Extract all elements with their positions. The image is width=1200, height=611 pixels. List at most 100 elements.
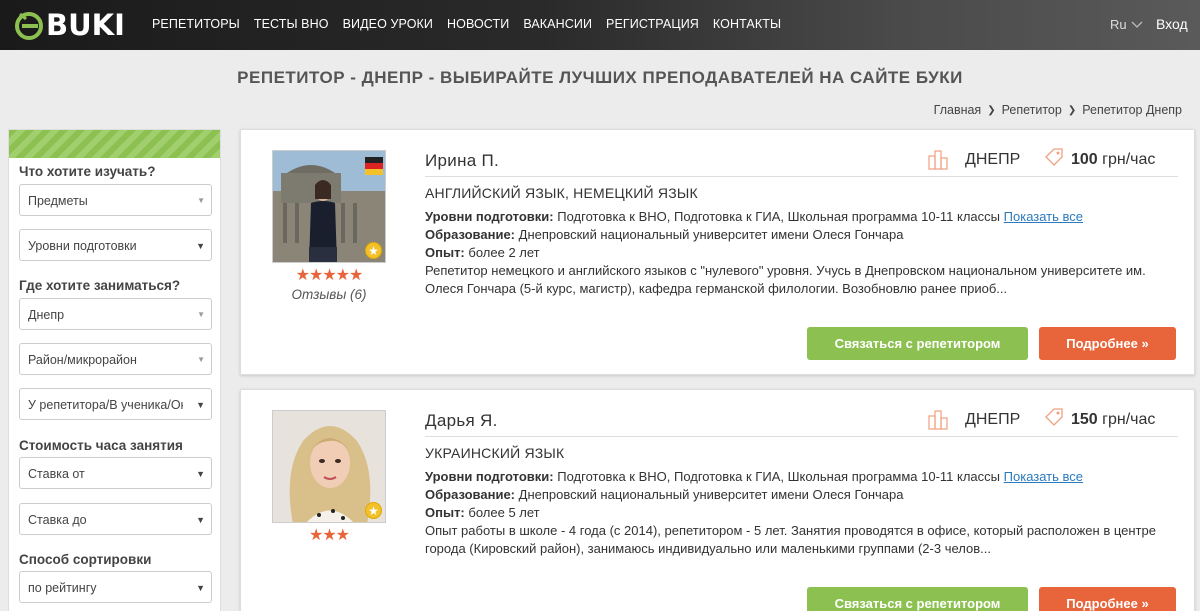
contact-tutor-button[interactable]: Связаться с репетитором <box>807 327 1028 360</box>
tutor-name[interactable]: Дарья Я. <box>425 411 498 431</box>
tutor-city: ДНЕПР <box>965 411 1021 428</box>
tutor-education: Образование: Днепровский национальный ун… <box>425 486 1180 504</box>
nav-vacancies[interactable]: ВАКАНСИИ <box>523 17 592 31</box>
subjects-select-value: Предметы <box>28 194 88 208</box>
price-value: 100 <box>1071 151 1098 168</box>
education-value: Днепровский национальный университет име… <box>518 227 904 242</box>
what-to-study-label: Что хотите изучать? <box>19 164 156 179</box>
caret-down-icon: ▼ <box>197 196 205 205</box>
city-buildings-icon <box>928 410 948 430</box>
tutor-experience: Опыт: более 2 лет <box>425 244 1180 262</box>
city-select-value: Днепр <box>28 308 65 322</box>
district-select[interactable]: Район/микрорайон ▼ <box>19 343 212 375</box>
experience-label: Опыт: <box>425 505 465 520</box>
show-all-link[interactable]: Показать все <box>1004 209 1083 224</box>
login-link[interactable]: Вход <box>1156 16 1188 32</box>
filter-sidebar: Что хотите изучать? Предметы ▼ Уровни по… <box>8 129 221 611</box>
education-value: Днепровский национальный университет име… <box>518 487 904 502</box>
tutor-city: ДНЕПР <box>965 151 1021 168</box>
education-label: Образование: <box>425 487 516 502</box>
chevron-down-icon <box>1131 21 1143 28</box>
district-select-value: Район/микрорайон <box>28 353 137 367</box>
tutor-education: Образование: Днепровский национальный ун… <box>425 226 1180 244</box>
levels-select-value: Уровни подготовки <box>28 239 137 253</box>
nav-contacts[interactable]: КОНТАКТЫ <box>713 17 781 31</box>
caret-down-icon: ▼ <box>196 469 205 479</box>
language-label: Ru <box>1110 17 1127 32</box>
price-tag-icon <box>1045 408 1063 426</box>
tutor-levels: Уровни подготовки: Подготовка к ВНО, Под… <box>425 208 1180 226</box>
breadcrumb-home[interactable]: Главная <box>934 103 982 117</box>
star-badge-icon: ★ <box>365 502 382 519</box>
experience-value: более 2 лет <box>468 245 540 260</box>
sort-label: Способ сортировки <box>19 552 152 567</box>
rate-from-select[interactable]: Ставка от ▼ <box>19 457 212 489</box>
top-nav-bar: BUKI РЕПЕТИТОРЫ ТЕСТЫ ВНО ВИДЕО УРОКИ НО… <box>0 0 1200 50</box>
card-divider <box>425 176 1178 177</box>
more-details-button[interactable]: Подробнее » <box>1039 327 1176 360</box>
tutor-experience: Опыт: более 5 лет <box>425 504 1180 522</box>
tutor-price: 100 грн/час <box>1071 151 1155 169</box>
where-to-study-label: Где хотите заниматься? <box>19 278 181 293</box>
price-unit: грн/час <box>1102 151 1156 168</box>
nav-video[interactable]: ВИДЕО УРОКИ <box>343 17 433 31</box>
city-buildings-icon <box>928 150 948 170</box>
levels-label: Уровни подготовки: <box>425 209 554 224</box>
rate-to-value: Ставка до <box>28 513 87 527</box>
price-unit: грн/час <box>1102 411 1156 428</box>
cost-label: Стоимость часа занятия <box>19 438 183 453</box>
sort-select-value: по рейтингу <box>28 581 97 595</box>
tutor-subjects: УКРАИНСКИЙ ЯЗЫК <box>425 445 565 461</box>
logo-text: BUKI <box>46 8 125 42</box>
rating-stars: ★★★★★ <box>295 267 364 284</box>
city-select[interactable]: Днепр ▼ <box>19 298 212 330</box>
tutor-price: 150 грн/час <box>1071 411 1155 429</box>
tutor-levels: Уровни подготовки: Подготовка к ВНО, Под… <box>425 468 1180 486</box>
star-badge-icon: ★ <box>365 242 382 259</box>
sort-select[interactable]: по рейтингу ▼ <box>19 571 212 603</box>
sidebar-header-stripe <box>9 130 220 158</box>
tutor-description: Опыт работы в школе - 4 года (с 2014), р… <box>425 523 1156 556</box>
language-selector[interactable]: Ru <box>1110 17 1143 32</box>
levels-label: Уровни подготовки: <box>425 469 554 484</box>
breadcrumb-tutor[interactable]: Репетитор <box>1002 103 1062 117</box>
experience-label: Опыт: <box>425 245 465 260</box>
lesson-place-select[interactable]: У репетитора/В ученика/Он ▼ <box>19 388 212 420</box>
caret-down-icon: ▼ <box>197 310 205 319</box>
caret-down-icon: ▼ <box>197 355 205 364</box>
tutor-description: Репетитор немецкого и английского языков… <box>425 263 1146 296</box>
more-details-button[interactable]: Подробнее » <box>1039 587 1176 611</box>
rating-stars: ★★★ <box>308 527 350 544</box>
education-label: Образование: <box>425 227 516 242</box>
caret-down-icon: ▼ <box>196 515 205 525</box>
card-divider <box>425 436 1178 437</box>
levels-value: Подготовка к ВНО, Подготовка к ГИА, Школ… <box>557 469 1001 484</box>
nav-tutors[interactable]: РЕПЕТИТОРЫ <box>152 17 240 31</box>
nav-news[interactable]: НОВОСТИ <box>447 17 509 31</box>
experience-value: более 5 лет <box>468 505 540 520</box>
price-value: 150 <box>1071 411 1098 428</box>
price-tag-icon <box>1045 148 1063 166</box>
tutor-name[interactable]: Ирина П. <box>425 151 499 171</box>
tutor-subjects: АНГЛИЙСКИЙ ЯЗЫК, НЕМЕЦКИЙ ЯЗЫК <box>425 185 698 201</box>
tutor-photo[interactable]: ★ <box>272 150 386 263</box>
contact-tutor-button[interactable]: Связаться с репетитором <box>807 587 1028 611</box>
caret-down-icon: ▼ <box>196 583 205 593</box>
nav-registration[interactable]: РЕГИСТРАЦИЯ <box>606 17 699 31</box>
breadcrumb-current: Репетитор Днепр <box>1082 103 1182 117</box>
reviews-link[interactable]: Отзывы (6) <box>272 287 386 302</box>
rate-from-value: Ставка от <box>28 467 85 481</box>
main-nav: РЕПЕТИТОРЫ ТЕСТЫ ВНО ВИДЕО УРОКИ НОВОСТИ… <box>152 17 795 31</box>
tutor-card: ★ ★★★ Дарья Я. ДНЕПР 150 грн/час УКРАИНС… <box>240 389 1195 611</box>
logo-mark-icon <box>15 12 43 40</box>
page-title: РЕПЕТИТОР - ДНЕПР - ВЫБИРАЙТЕ ЛУЧШИХ ПРЕ… <box>237 68 963 87</box>
select-fade <box>183 390 193 418</box>
rate-to-select[interactable]: Ставка до ▼ <box>19 503 212 535</box>
subjects-select[interactable]: Предметы ▼ <box>19 184 212 216</box>
buki-logo[interactable]: BUKI <box>14 8 125 42</box>
nav-tests[interactable]: ТЕСТЫ ВНО <box>254 17 329 31</box>
levels-select[interactable]: Уровни подготовки ▼ <box>19 229 212 261</box>
chevron-right-icon: ❯ <box>987 104 996 116</box>
tutor-photo[interactable]: ★ <box>272 410 386 523</box>
show-all-link[interactable]: Показать все <box>1004 469 1083 484</box>
